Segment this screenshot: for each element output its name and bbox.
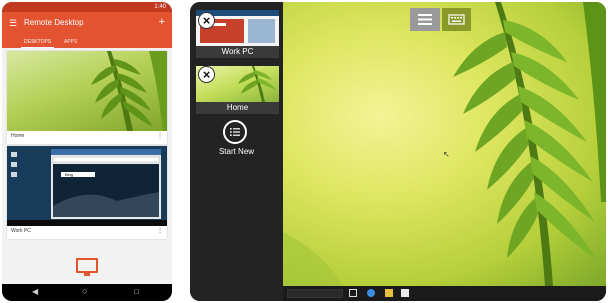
taskbar-search-box[interactable] — [287, 289, 343, 298]
task-view-icon[interactable] — [349, 289, 357, 297]
menu-icon[interactable]: ☰ — [9, 18, 17, 29]
session-panel: Work PC Home × × Start New — [190, 2, 283, 301]
leaf-wallpaper — [283, 2, 606, 286]
add-icon[interactable]: + — [159, 16, 165, 28]
remote-screen-preview — [7, 146, 167, 226]
home-icon[interactable]: ○ — [82, 286, 87, 296]
status-bar: 1:40 — [2, 2, 172, 12]
tab-desktops[interactable]: DESKTOPS — [20, 39, 55, 49]
keyboard-button[interactable] — [442, 8, 471, 31]
app-bar: ☰ Remote Desktop + — [2, 12, 172, 35]
desktop-name: Home — [11, 133, 25, 139]
file-explorer-icon[interactable] — [385, 289, 393, 297]
cursor-icon: ↖ — [443, 150, 450, 159]
status-time: 1:40 — [154, 4, 166, 10]
desktop-thumbnail — [7, 51, 167, 131]
session-label: Home — [196, 102, 279, 114]
list-icon — [230, 128, 240, 136]
search-bar-text: Bing — [65, 172, 74, 177]
close-icon[interactable]: × — [198, 12, 215, 29]
session-label: Work PC — [196, 46, 279, 58]
tablet-device: Work PC Home × × Start New — [190, 2, 606, 301]
phone-device: 1:40 ☰ Remote Desktop + DESKTOPS APPS Ho… — [2, 2, 172, 301]
session-menu-button[interactable] — [410, 8, 440, 31]
android-nav-bar: ◀ ○ □ — [2, 284, 172, 301]
edge-icon[interactable] — [367, 289, 375, 297]
desktop-name: Work PC — [11, 228, 31, 234]
start-new-label[interactable]: Start New — [190, 147, 283, 156]
list-icon — [418, 14, 432, 25]
keyboard-icon — [448, 14, 465, 25]
tab-bar: DESKTOPS APPS — [2, 35, 172, 49]
app-title: Remote Desktop — [24, 18, 84, 27]
leaf-wallpaper — [91, 51, 167, 131]
desktop-thumbnail: Bing — [7, 146, 167, 226]
start-new-icon[interactable] — [223, 120, 247, 144]
back-icon[interactable]: ◀ — [32, 287, 38, 296]
store-icon[interactable] — [401, 289, 409, 297]
recents-icon[interactable]: □ — [134, 287, 139, 296]
desktop-card-home[interactable]: Home ⋮ — [7, 51, 167, 144]
desktop-card-work-pc[interactable]: Bing Work PC ⋮ — [7, 146, 167, 239]
windows-taskbar — [283, 286, 606, 301]
remote-desktop-view[interactable] — [283, 2, 606, 286]
more-options-icon[interactable]: ⋮ — [157, 132, 163, 139]
monitor-icon[interactable] — [76, 258, 98, 276]
tab-apps[interactable]: APPS — [64, 39, 77, 45]
desktop-list: Home ⋮ Bing Work PC ⋮ — [2, 48, 172, 284]
close-icon[interactable]: × — [198, 66, 215, 83]
more-options-icon[interactable]: ⋮ — [157, 227, 163, 234]
